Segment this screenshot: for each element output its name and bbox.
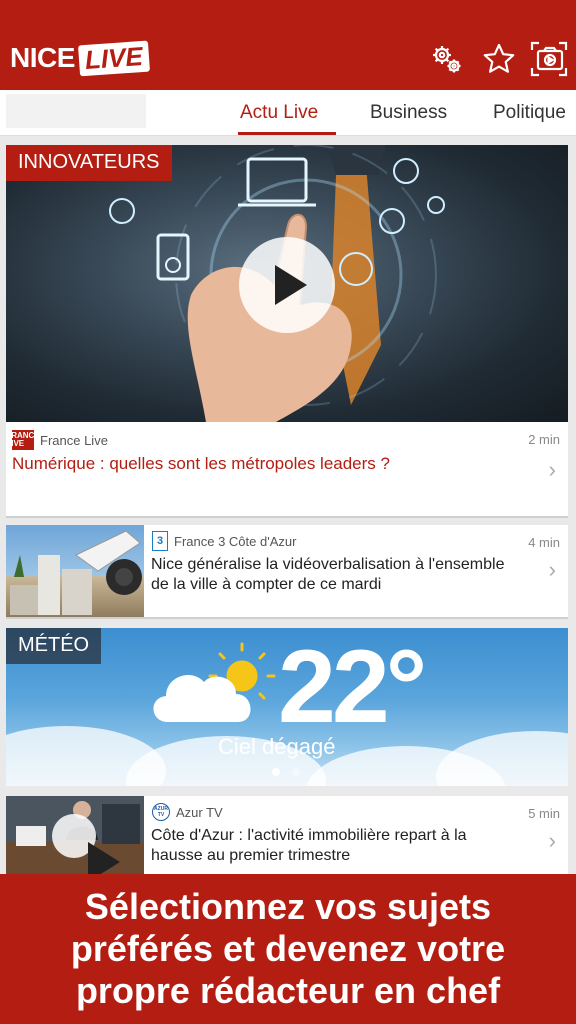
star-icon[interactable]: [480, 40, 518, 78]
promo-banner: Sélectionnez vos sujets préférés et deve…: [0, 874, 576, 1024]
source-name: France Live: [40, 432, 108, 448]
headline-line: hausse au premier trimestre: [151, 847, 351, 864]
article-thumbnail: [6, 525, 144, 617]
logo-live-text: LIVE: [77, 40, 150, 76]
chevron-right-icon: ›: [548, 557, 556, 582]
source-name: Azur TV: [176, 804, 223, 820]
article-headline[interactable]: Côte d'Azur : l'activité immobilière rep…: [151, 826, 551, 866]
article-source: AZUR TV Azur TV: [152, 803, 223, 821]
hero-article-card[interactable]: INNOVATEURS FRANCE LIVE France Live 2 mi…: [6, 145, 568, 518]
app-header: NICE LIVE: [0, 0, 576, 90]
app-logo[interactable]: NICE LIVE: [10, 40, 150, 76]
article-card[interactable]: AZUR TV Azur TV 5 min Côte d'Azur : l'ac…: [6, 796, 568, 876]
headline-line: Nice généralise la vidéoverbalisation à …: [151, 556, 505, 573]
hero-image: INNOVATEURS: [6, 145, 568, 422]
article-time: 4 min: [528, 535, 560, 550]
weather-condition: Ciel dégagé: [218, 734, 336, 759]
article-headline[interactable]: Nice généralise la vidéoverbalisation à …: [151, 555, 551, 595]
logo-nice-text: NICE: [10, 42, 75, 73]
settings-gears-icon[interactable]: [428, 40, 466, 78]
page-dot[interactable]: [292, 768, 300, 776]
weather-card[interactable]: MÉTÉO 22° Ciel dégagé: [6, 628, 568, 786]
tab-ghost: [6, 94, 146, 128]
banner-line: Sélectionnez vos sujets: [84, 886, 492, 927]
headline-line: Côte d'Azur : l'activité immobilière rep…: [151, 827, 467, 844]
article-headline[interactable]: Numérique : quelles sont les métropoles …: [12, 454, 532, 474]
page-dot-active[interactable]: [272, 768, 280, 776]
source-logo: AZUR TV: [152, 803, 170, 821]
temperature: 22°: [278, 629, 427, 745]
tab-actu-live[interactable]: Actu Live: [240, 102, 318, 124]
article-source: 3 France 3 Côte d'Azur: [152, 531, 296, 551]
article-time: 5 min: [528, 806, 560, 821]
article-thumbnail: [6, 796, 144, 874]
article-time: 2 min: [528, 432, 560, 447]
partly-cloudy-icon: [153, 642, 276, 722]
cloud-decoration: [436, 731, 568, 786]
banner-line: préférés et devenez votre: [70, 928, 506, 969]
tab-politique[interactable]: Politique: [493, 102, 566, 124]
video-camera-icon[interactable]: [530, 40, 568, 78]
category-badge: INNOVATEURS: [6, 145, 172, 181]
chevron-right-icon: ›: [548, 457, 556, 482]
source-name: France 3 Côte d'Azur: [174, 533, 297, 549]
chevron-right-icon: ›: [548, 828, 556, 853]
category-tabs: Actu Live Business Politique: [0, 90, 576, 136]
category-badge: MÉTÉO: [6, 628, 102, 664]
thumbnail-cctv-illustration: [10, 530, 142, 615]
active-tab-indicator: [238, 132, 336, 135]
source-logo: 3: [152, 531, 168, 551]
play-button-icon[interactable]: [239, 237, 335, 333]
article-source: FRANCE LIVE France Live: [6, 430, 108, 450]
tab-business[interactable]: Business: [370, 102, 447, 124]
play-button-icon[interactable]: [52, 814, 120, 874]
banner-line: propre rédacteur en chef: [75, 970, 501, 1011]
headline-line: de la ville à compter de ce mardi: [151, 576, 382, 593]
source-logo: FRANCE LIVE: [6, 430, 40, 450]
article-card[interactable]: 3 France 3 Côte d'Azur 4 min Nice généra…: [6, 525, 568, 619]
